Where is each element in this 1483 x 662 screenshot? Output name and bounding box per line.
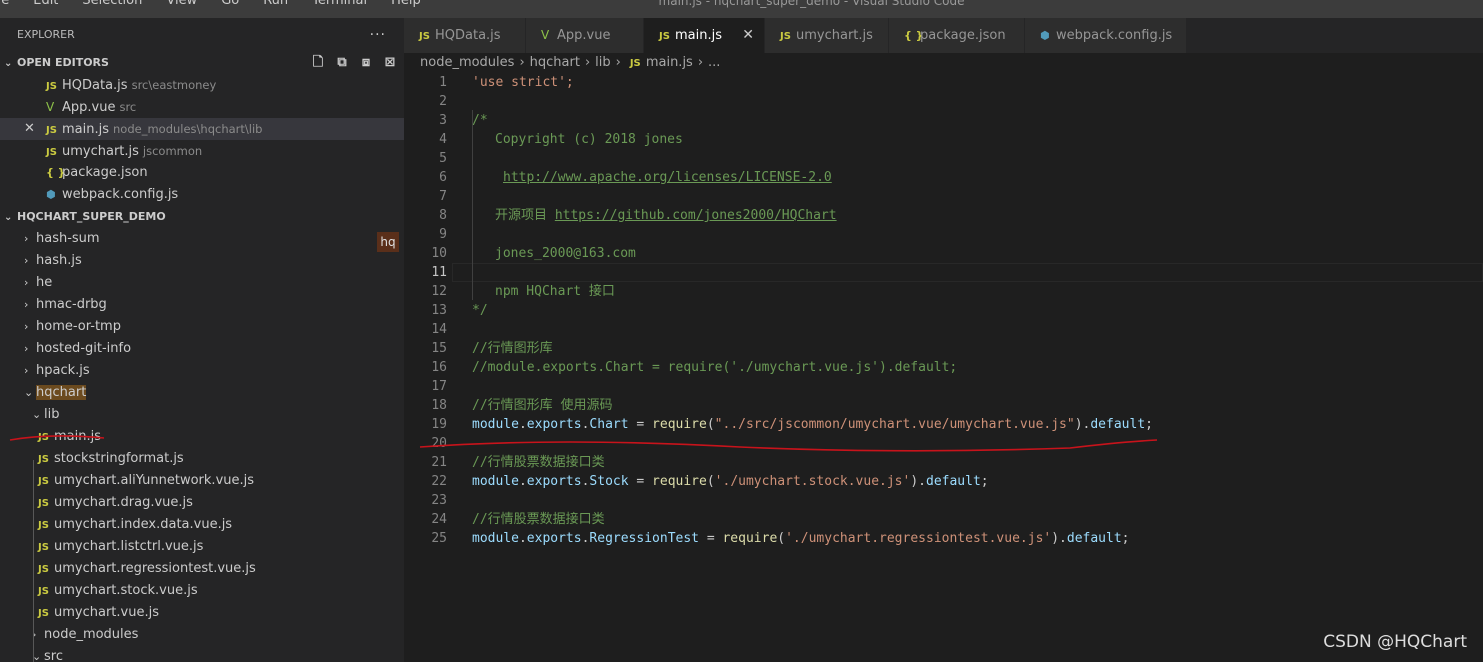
watermark: CSDN @HQChart bbox=[1323, 632, 1467, 652]
red-annotation bbox=[9, 435, 1158, 452]
